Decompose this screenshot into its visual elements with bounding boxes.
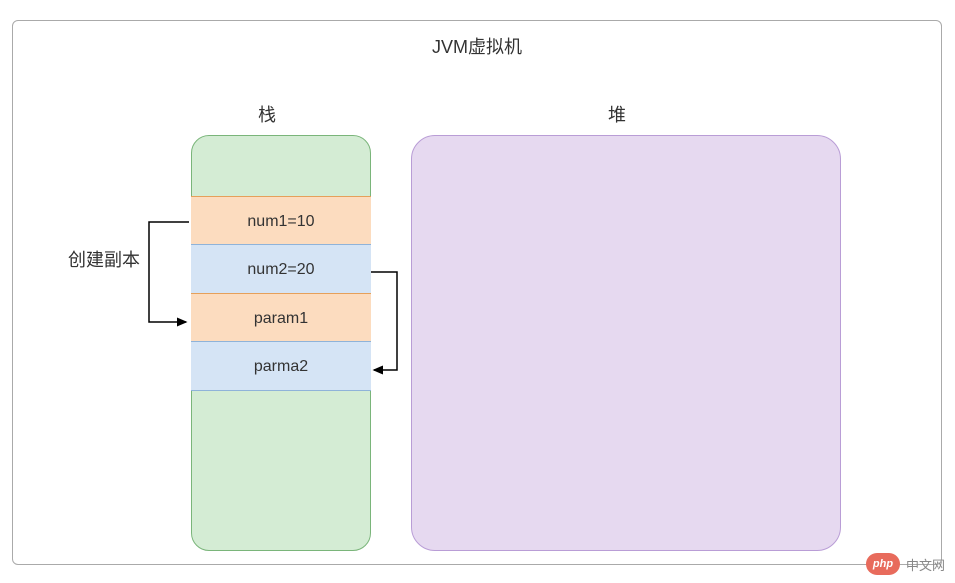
stack-label: 栈: [258, 101, 276, 127]
watermark-logo-icon: php: [866, 553, 900, 575]
jvm-title: JVM虚拟机: [13, 33, 941, 59]
stack-cells: num1=10num2=20param1parma2: [191, 197, 371, 391]
copy-label: 创建副本: [68, 246, 140, 272]
stack-cell: param1: [191, 293, 371, 343]
watermark-text: 中文网: [906, 555, 945, 574]
heap-box: [411, 135, 841, 551]
jvm-container: JVM虚拟机 栈 堆 创建副本 num1=10num2=20param1parm…: [12, 20, 942, 565]
stack-cell: num2=20: [191, 244, 371, 294]
stack-cell: num1=10: [191, 196, 371, 246]
stack-cell: parma2: [191, 341, 371, 391]
stack-box: num1=10num2=20param1parma2: [191, 135, 371, 551]
watermark: php 中文网: [866, 553, 945, 575]
heap-label: 堆: [608, 101, 626, 127]
